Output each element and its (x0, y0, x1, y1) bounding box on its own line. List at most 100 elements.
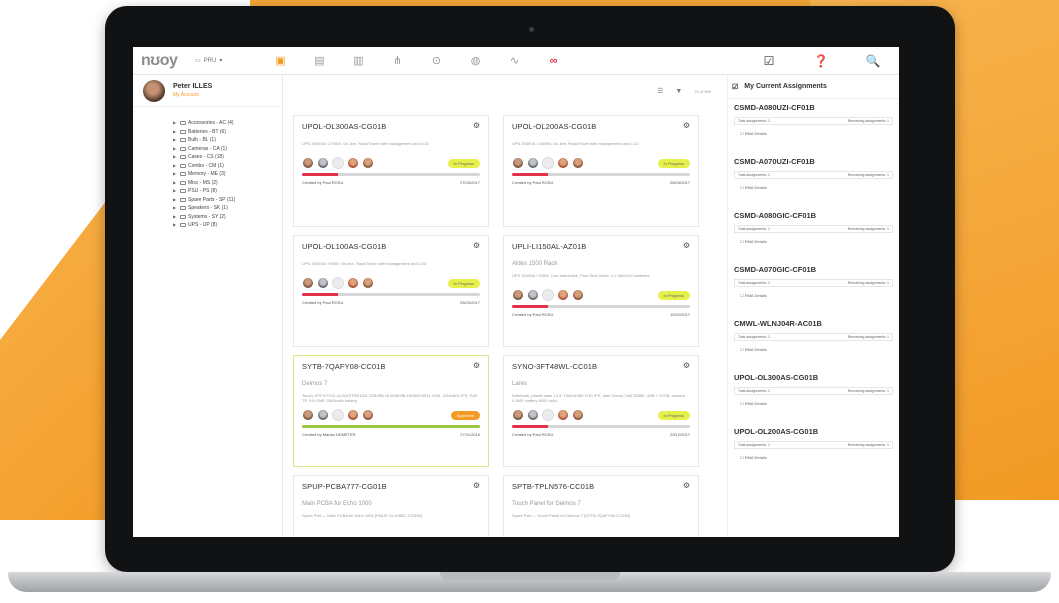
project-selector[interactable]: ▭ PRU ▾ (195, 57, 255, 65)
caret-right-icon[interactable]: ▶ (173, 145, 178, 154)
avatar[interactable] (512, 157, 524, 169)
rma-details-checkbox[interactable]: ☐ RMA Details (734, 239, 893, 244)
assignment-code[interactable]: CMWL-WLNJ04R-AC01B (734, 319, 893, 328)
avatar[interactable] (572, 409, 584, 421)
caret-right-icon[interactable]: ▶ (173, 162, 178, 171)
gear-icon[interactable]: ⚙ (683, 481, 690, 490)
avatar[interactable] (317, 409, 329, 421)
avatar[interactable] (302, 157, 314, 169)
avatar[interactable] (317, 277, 329, 289)
avatar[interactable] (557, 157, 569, 169)
caret-right-icon[interactable]: ▶ (173, 153, 178, 162)
avatar[interactable] (332, 409, 344, 421)
list-view-icon[interactable]: ☰ (657, 87, 663, 95)
caret-right-icon[interactable]: ▶ (173, 221, 178, 230)
tree-item[interactable]: ▶ Combo - CM (1) (173, 162, 282, 171)
tree-item[interactable]: ▶ Speakers - SK (1) (173, 204, 282, 213)
assignment-item[interactable]: CMWL-WLNJ04R-AC01B Total assignments: 1 Re… (728, 315, 899, 369)
tree-item[interactable]: ▶ Systems - SY (2) (173, 213, 282, 222)
avatar[interactable] (512, 409, 524, 421)
rma-details-checkbox[interactable]: ☐ RMA Details (734, 347, 893, 352)
avatar[interactable] (362, 277, 374, 289)
gear-icon[interactable]: ⚙ (473, 121, 480, 130)
gear-icon[interactable]: ⚙ (473, 481, 480, 490)
search-icon[interactable]: 🔍 (847, 47, 899, 75)
globe-icon[interactable]: ◍ (456, 47, 495, 75)
tree-item[interactable]: ▶ Misc - MS (2) (173, 179, 282, 188)
product-card[interactable]: UPOL-OL100AS-CG01B ⚙ UPS 1000VA / 900W, On… (293, 235, 489, 347)
product-card[interactable]: SPTB-TPLN576-CC01B ⚙ Touch Panel for Deimo… (503, 475, 699, 537)
avatar[interactable] (527, 157, 539, 169)
avatar[interactable] (542, 157, 554, 169)
filter-icon[interactable]: ▼ (675, 88, 682, 95)
assignment-item[interactable]: CSMD-A070GIC-CF01B Total assignments: 1 Re… (728, 261, 899, 315)
avatar[interactable] (512, 289, 524, 301)
rma-details-checkbox[interactable]: ☐ RMA Details (734, 401, 893, 406)
caret-right-icon[interactable]: ▶ (173, 196, 178, 205)
avatar[interactable] (317, 157, 329, 169)
product-card[interactable]: SPUP-PCBA777-CG01B ⚙ Main PCBA for Echo 10… (293, 475, 489, 537)
tree-item[interactable]: ▶ Spare Parts - SP (11) (173, 196, 282, 205)
assignment-code[interactable]: CSMD-A080UZI-CF01B (734, 103, 893, 112)
tree-item[interactable]: ▶ Memory - ME (3) (173, 170, 282, 179)
avatar[interactable] (347, 409, 359, 421)
rma-details-checkbox[interactable]: ☐ RMA Details (734, 185, 893, 190)
assignment-code[interactable]: CSMD-A070UZI-CF01B (734, 157, 893, 166)
tree-item[interactable]: ▶ PSU - PS (8) (173, 187, 282, 196)
assignment-code[interactable]: UPOL-OL200AS-CG01B (734, 427, 893, 436)
product-card[interactable]: SYTB-7QAFY08-CC01B ⚙ Deimos 7 Touch, RTFX/7… (293, 355, 489, 467)
caret-right-icon[interactable]: ▶ (173, 170, 178, 179)
app-logo[interactable]: nʊoy (141, 52, 185, 70)
caret-right-icon[interactable]: ▶ (173, 187, 178, 196)
avatar[interactable] (557, 289, 569, 301)
assignment-code[interactable]: CSMD-A070GIC-CF01B (734, 265, 893, 274)
rma-details-checkbox[interactable]: ☐ RMA Details (734, 455, 893, 460)
checkbox-icon[interactable]: ☑ (743, 47, 795, 75)
avatar[interactable] (362, 157, 374, 169)
caret-right-icon[interactable]: ▶ (173, 119, 178, 128)
caret-right-icon[interactable]: ▶ (173, 204, 178, 213)
avatar[interactable] (302, 277, 314, 289)
gear-icon[interactable]: ⚙ (473, 241, 480, 250)
assignment-item[interactable]: CSMD-A080GIC-CF01B Total assignments: 1 Re… (728, 207, 899, 261)
avatar[interactable] (572, 157, 584, 169)
avatar[interactable] (527, 289, 539, 301)
tree-item[interactable]: ▶ Bulb - BL (1) (173, 136, 282, 145)
avatar[interactable] (332, 277, 344, 289)
tree-icon[interactable]: ⋔ (378, 47, 417, 75)
product-card[interactable]: SYNO-3FT48WL-CC01B ⚙ Lares Notebook, plasti… (503, 355, 699, 467)
assignment-item[interactable]: UPOL-OL200AS-CG01B Total assignments: 1 Re… (728, 423, 899, 477)
assignment-code[interactable]: UPOL-OL300AS-CG01B (734, 373, 893, 382)
gear-icon[interactable]: ⚙ (683, 121, 690, 130)
user-profile[interactable]: Peter ILLES My Account (133, 75, 282, 107)
product-card[interactable]: UPOL-OL300AS-CG01B ⚙ UPS 3000VA / 2700W, O… (293, 115, 489, 227)
gear-icon[interactable]: ⚙ (473, 361, 480, 370)
tree-item[interactable]: ▶ Accessories - AC (4) (173, 119, 282, 128)
avatar[interactable] (542, 409, 554, 421)
help-icon[interactable]: ❓ (795, 47, 847, 75)
assignment-code[interactable]: CSMD-A080GIC-CF01B (734, 211, 893, 220)
grid-icon[interactable]: ▤ (300, 47, 339, 75)
chain-icon[interactable]: ∞ (534, 47, 573, 75)
caret-right-icon[interactable]: ▶ (173, 136, 178, 145)
tree-item[interactable]: ▶ Cases - CS (18) (173, 153, 282, 162)
avatar[interactable] (527, 409, 539, 421)
avatar[interactable] (572, 289, 584, 301)
activity-icon[interactable]: ∿ (495, 47, 534, 75)
assignment-item[interactable]: CSMD-A070UZI-CF01B Total assignments: 1 Re… (728, 153, 899, 207)
caret-right-icon[interactable]: ▶ (173, 213, 178, 222)
gear-icon[interactable]: ⚙ (683, 361, 690, 370)
caret-right-icon[interactable]: ▶ (173, 128, 178, 137)
avatar[interactable] (542, 289, 554, 301)
my-account-link[interactable]: My Account (173, 92, 212, 98)
product-card[interactable]: UPLI-LI150AL-AZ01B ⚙ Aldes 1500 Rack UPS 15… (503, 235, 699, 347)
avatar[interactable] (347, 157, 359, 169)
caret-right-icon[interactable]: ▶ (173, 179, 178, 188)
rma-details-checkbox[interactable]: ☐ RMA Details (734, 293, 893, 298)
avatar[interactable] (557, 409, 569, 421)
avatar[interactable] (332, 157, 344, 169)
columns-icon[interactable]: ▥ (339, 47, 378, 75)
rma-details-checkbox[interactable]: ☐ RMA Details (734, 131, 893, 136)
assignment-item[interactable]: CSMD-A080UZI-CF01B Total assignments: 1 Re… (728, 99, 899, 153)
avatar[interactable] (362, 409, 374, 421)
